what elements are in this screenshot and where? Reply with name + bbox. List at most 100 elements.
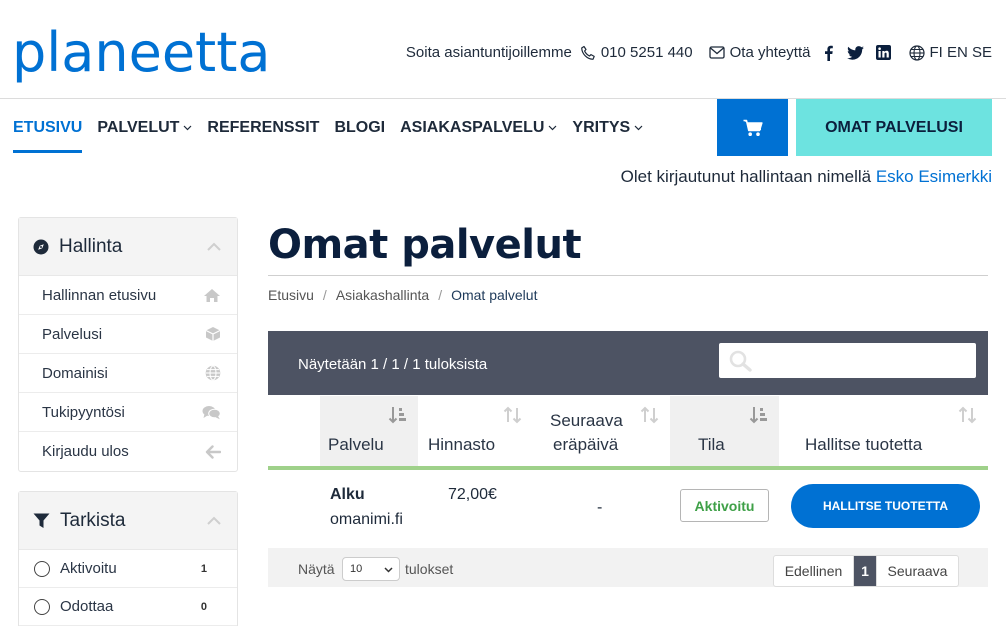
service-domain: omanimi.fi — [330, 511, 403, 528]
col-header-manage[interactable]: Hallitse tuotetta — [779, 396, 988, 467]
sidebar-item-support-tickets[interactable]: Tukipyyntösi — [19, 393, 237, 432]
linkedin-link[interactable] — [876, 45, 892, 60]
title-divider — [268, 275, 988, 276]
nav-item-blogi[interactable]: BLOGI — [334, 99, 385, 156]
table-toolbar: Näytetään 1 / 1 / 1 tuloksista — [268, 331, 988, 395]
twitter-icon — [847, 45, 865, 60]
breadcrumb-client-area[interactable]: Asiakashallinta — [336, 287, 429, 303]
nav-label: PALVELUT — [97, 118, 180, 136]
table-header-row: Palvelu Hinnasto Seuraava eräpäivä Tila … — [268, 396, 988, 470]
table-row: Alku omanimi.fi 72,00€ - Aktivoitu HALLI… — [268, 470, 988, 548]
logged-in-user-link[interactable]: Esko Esimerkki — [876, 167, 992, 186]
col-header-due-date[interactable]: Seuraava eräpäivä — [533, 396, 670, 467]
sidebar-item-label: Kirjaudu ulos — [42, 443, 129, 460]
radio-button[interactable] — [34, 560, 50, 577]
col-header-status[interactable]: Tila — [670, 396, 779, 467]
col-label: eräpäivä — [553, 435, 619, 454]
cube-icon — [205, 327, 221, 341]
sidebar-item-logout[interactable]: Kirjaudu ulos — [19, 432, 237, 471]
nav-label: ETUSIVU — [13, 118, 83, 136]
filter-option-activated[interactable]: Aktivoitu 1 — [19, 550, 237, 588]
chevron-down-icon — [548, 125, 557, 130]
table-search-input[interactable] — [719, 343, 976, 378]
sidebar-item-services[interactable]: Palvelusi — [19, 315, 237, 354]
page-size-suffix: tulokset — [405, 561, 454, 577]
table-footer: Näytä 10 tulokset Edellinen 1 Seuraava — [268, 548, 988, 587]
page-title: Omat palvelut — [268, 222, 582, 268]
col-label: Tila — [698, 435, 725, 454]
pagination-current-page[interactable]: 1 — [854, 556, 876, 586]
filter-panel-header[interactable]: Tarkista — [19, 492, 237, 550]
col-header-service[interactable]: Palvelu — [320, 396, 418, 467]
chevron-down-icon — [183, 125, 192, 130]
globe-icon — [205, 365, 221, 381]
col-label: Seuraava — [550, 411, 623, 430]
col-label: Hallitse tuotetta — [805, 435, 923, 454]
col-label: Palvelu — [328, 435, 384, 454]
admin-panel-header[interactable]: Hallinta — [19, 218, 237, 276]
filter-count: 0 — [200, 600, 207, 613]
service-due-date: - — [597, 499, 603, 516]
pagination-prev-button[interactable]: Edellinen — [774, 556, 854, 586]
nav-item-palvelut[interactable]: PALVELUT — [97, 99, 192, 156]
arrow-left-icon — [205, 444, 221, 459]
nav-item-etusivu[interactable]: ETUSIVU — [13, 99, 83, 156]
sidebar-item-label: Tukipyyntösi — [42, 403, 125, 421]
linkedin-icon — [876, 45, 892, 60]
sidebar-item-label: Palvelusi — [42, 325, 103, 343]
cart-button[interactable] — [717, 99, 788, 156]
facebook-link[interactable] — [824, 45, 834, 61]
pagination-next-button[interactable]: Seuraava — [876, 556, 958, 586]
page-size-value: 10 — [350, 563, 363, 575]
filter-label: Aktivoitu — [60, 560, 117, 577]
nav-label: YRITYS — [572, 118, 631, 136]
filter-panel: Tarkista Aktivoitu 1 Odottaa 0 — [18, 491, 238, 626]
nav-item-referenssit[interactable]: REFERENSSIT — [207, 99, 319, 156]
phone-icon — [580, 45, 595, 60]
manage-product-button[interactable]: HALLITSE TUOTETTA — [791, 484, 980, 528]
breadcrumb-home[interactable]: Etusivu — [268, 287, 314, 303]
sort-asc-icon — [749, 407, 767, 424]
admin-panel-title: Hallinta — [59, 235, 123, 257]
breadcrumb: Etusivu / Asiakashallinta / Omat palvelut — [268, 287, 538, 303]
contact-link[interactable]: Ota yhteyttä — [708, 44, 810, 61]
status-badge: Aktivoitu — [680, 489, 769, 522]
chevron-up-icon[interactable] — [207, 516, 221, 525]
filter-panel-title: Tarkista — [60, 509, 126, 531]
logo[interactable]: planeetta — [12, 22, 270, 84]
nav-item-yritys[interactable]: YRITYS — [572, 99, 643, 156]
page-size-select[interactable]: 10 — [342, 557, 400, 581]
sidebar-item-label: Hallinnan etusivu — [42, 286, 157, 304]
sort-asc-icon — [388, 407, 406, 424]
sidebar-item-domains[interactable]: Domainisi — [19, 354, 237, 393]
phone-link[interactable]: 010 5251 440 — [580, 44, 693, 61]
twitter-link[interactable] — [847, 45, 865, 60]
globe-icon — [909, 44, 926, 61]
filter-label: Odottaa — [60, 598, 114, 615]
chevron-down-icon — [384, 567, 393, 573]
main-nav: ETUSIVU PALVELUT REFERENSSIT BLOGI ASIAK… — [0, 99, 643, 156]
filter-option-pending[interactable]: Odottaa 0 — [19, 588, 237, 626]
service-price: 72,00€ — [448, 486, 497, 503]
language-options: FI EN SE — [929, 44, 992, 61]
col-header-price[interactable]: Hinnasto — [418, 396, 533, 467]
top-contact-bar: Soita asiantuntijoillemme 010 5251 440 O… — [406, 44, 992, 61]
call-text: Soita asiantuntijoillemme — [405, 44, 572, 61]
facebook-icon — [825, 45, 834, 61]
nav-item-asiakaspalvelu[interactable]: ASIAKASPALVELU — [400, 99, 557, 156]
radio-button[interactable] — [34, 598, 50, 615]
compass-icon — [33, 239, 49, 254]
table-info: Näytetään 1 / 1 / 1 tuloksista — [298, 356, 488, 373]
comments-icon — [202, 405, 221, 419]
sidebar-item-admin-home[interactable]: Hallinnan etusivu — [19, 276, 237, 315]
phone-number: 010 5251 440 — [600, 44, 693, 61]
language-switcher[interactable]: FI EN SE — [909, 44, 992, 61]
sort-icon — [640, 406, 659, 424]
col-label: Hinnasto — [428, 435, 496, 454]
sort-icon — [503, 406, 522, 424]
home-icon — [204, 288, 220, 302]
chevron-up-icon[interactable] — [207, 242, 221, 251]
my-services-button[interactable]: OMAT PALVELUSI — [796, 99, 992, 156]
nav-label: ASIAKASPALVELU — [400, 118, 545, 136]
admin-panel: Hallinta Hallinnan etusivu Palvelusi Dom… — [18, 217, 238, 472]
